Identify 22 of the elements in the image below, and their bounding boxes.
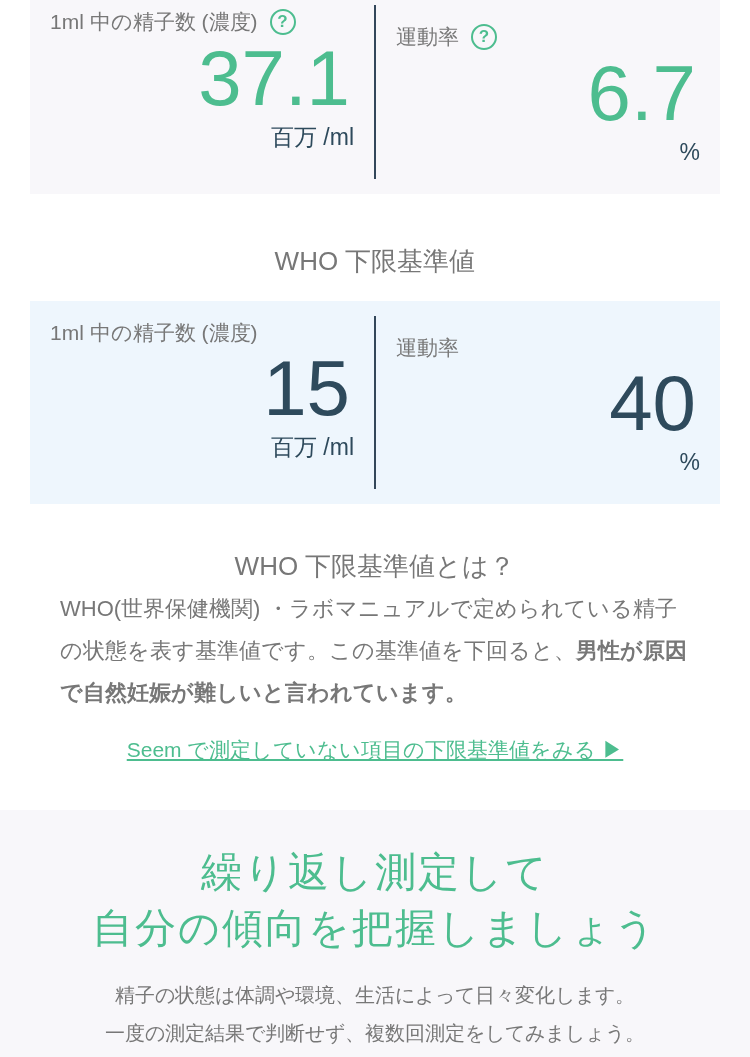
about-title: WHO 下限基準値とは？	[234, 550, 516, 583]
metric-value: 40	[609, 363, 696, 443]
metric-label: 1ml 中の精子数 (濃度)	[50, 319, 258, 346]
metric-unit: %	[679, 137, 700, 167]
about-text: WHO(世界保健機関) ・ラボマニュアルで定められている精子の状態を表す基準値です。この基準値を下回ると、男性が原因で自然妊娠が難しいと言われています。	[60, 595, 688, 707]
metric-unit: 百万 /ml	[270, 433, 354, 462]
reference-link[interactable]: Seem で測定していない項目の下限基準値をみる ▶	[126, 734, 624, 766]
help-icon[interactable]: ?	[269, 8, 296, 35]
metric-unit: 百万 /ml	[270, 122, 354, 152]
section-heading: WHO 下限基準値	[274, 244, 476, 278]
tip-text: 精子の状態は体調や環境、生活によって日々変化します。	[115, 982, 635, 1008]
metric-label: 1ml 中の精子数 (濃度)	[50, 9, 258, 35]
metric-value: 37.1	[198, 37, 350, 118]
metric-value: 6.7	[587, 52, 696, 133]
metric-unit: %	[679, 448, 700, 477]
metric-value: 15	[263, 348, 350, 428]
tip-heading: 自分の傾向を把握しましょう	[92, 903, 658, 953]
metric-label: 運動率	[396, 24, 459, 50]
tip-text: 一度の測定結果で判断せず、複数回測定をしてみましょう。	[105, 1020, 645, 1046]
tip-heading: 繰り返し測定して	[201, 847, 549, 897]
metric-label: 運動率	[396, 334, 459, 361]
help-icon[interactable]: ?	[471, 23, 497, 50]
